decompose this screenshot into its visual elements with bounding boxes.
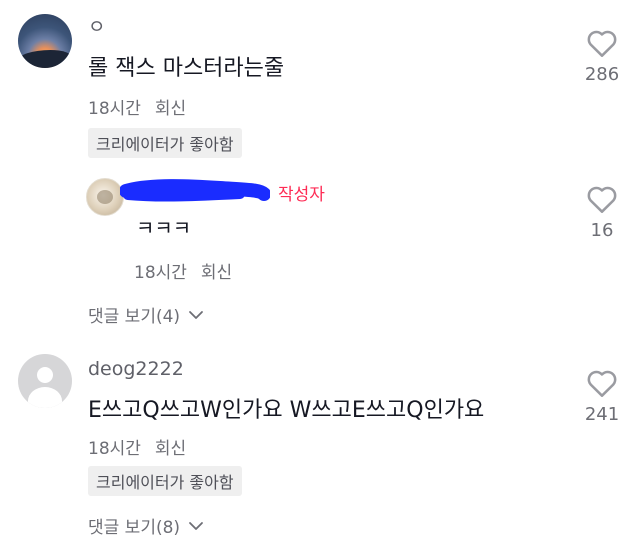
- default-avatar-body: [28, 387, 62, 408]
- reply-time: 18시간: [134, 263, 187, 283]
- default-avatar-head: [37, 367, 53, 383]
- comment-text: E쓰고Q쓰고W인가요 W쓰고E쓰고Q인가요: [88, 398, 485, 423]
- heart-outline-icon: [587, 370, 617, 397]
- comment-username[interactable]: ㅇ: [88, 12, 105, 39]
- comment-text: 롤 잭스 마스터라는줄: [88, 56, 285, 81]
- like-button[interactable]: 286: [572, 28, 632, 85]
- like-button[interactable]: 241: [572, 368, 632, 425]
- comment-meta: 18시간 회신: [88, 434, 186, 459]
- avatar-figure: [97, 190, 113, 204]
- author-tag: 작성자: [278, 185, 325, 205]
- comment-meta: 18시간 회신: [88, 94, 186, 119]
- reply-button[interactable]: 회신: [155, 439, 186, 459]
- reply-meta: 18시간 회신: [134, 258, 232, 283]
- reply-text: ㅋㅋㅋ: [136, 216, 192, 240]
- like-count: 241: [584, 404, 620, 425]
- redacted-username-scribble: [120, 179, 270, 202]
- like-count: 286: [584, 64, 620, 85]
- comment-time: 18시간: [88, 99, 141, 119]
- avatar-mountain-silhouette: [18, 50, 72, 68]
- chevron-down-icon: [189, 521, 203, 530]
- view-replies-button[interactable]: 댓글 보기(4): [88, 302, 204, 327]
- view-replies-label: 댓글 보기(8): [88, 518, 181, 538]
- reply-button[interactable]: 회신: [201, 263, 232, 283]
- user-avatar[interactable]: [18, 354, 72, 408]
- view-replies-label: 댓글 보기(4): [88, 307, 181, 327]
- comment-time: 18시간: [88, 439, 141, 459]
- reply-like-button[interactable]: 16: [572, 184, 632, 241]
- creator-liked-badge: 크리에이터가 좋아함: [88, 466, 242, 496]
- heart-outline-icon: [587, 186, 617, 213]
- like-count: 16: [590, 220, 614, 241]
- user-avatar[interactable]: [18, 14, 72, 68]
- creator-liked-badge: 크리에이터가 좋아함: [88, 128, 242, 158]
- comment-username[interactable]: deog2222: [88, 358, 184, 380]
- reply-button[interactable]: 회신: [155, 99, 186, 119]
- heart-outline-icon: [587, 30, 617, 57]
- view-replies-button[interactable]: 댓글 보기(8): [88, 513, 204, 538]
- reply-user-avatar[interactable]: [86, 178, 124, 216]
- chevron-down-icon: [189, 310, 203, 319]
